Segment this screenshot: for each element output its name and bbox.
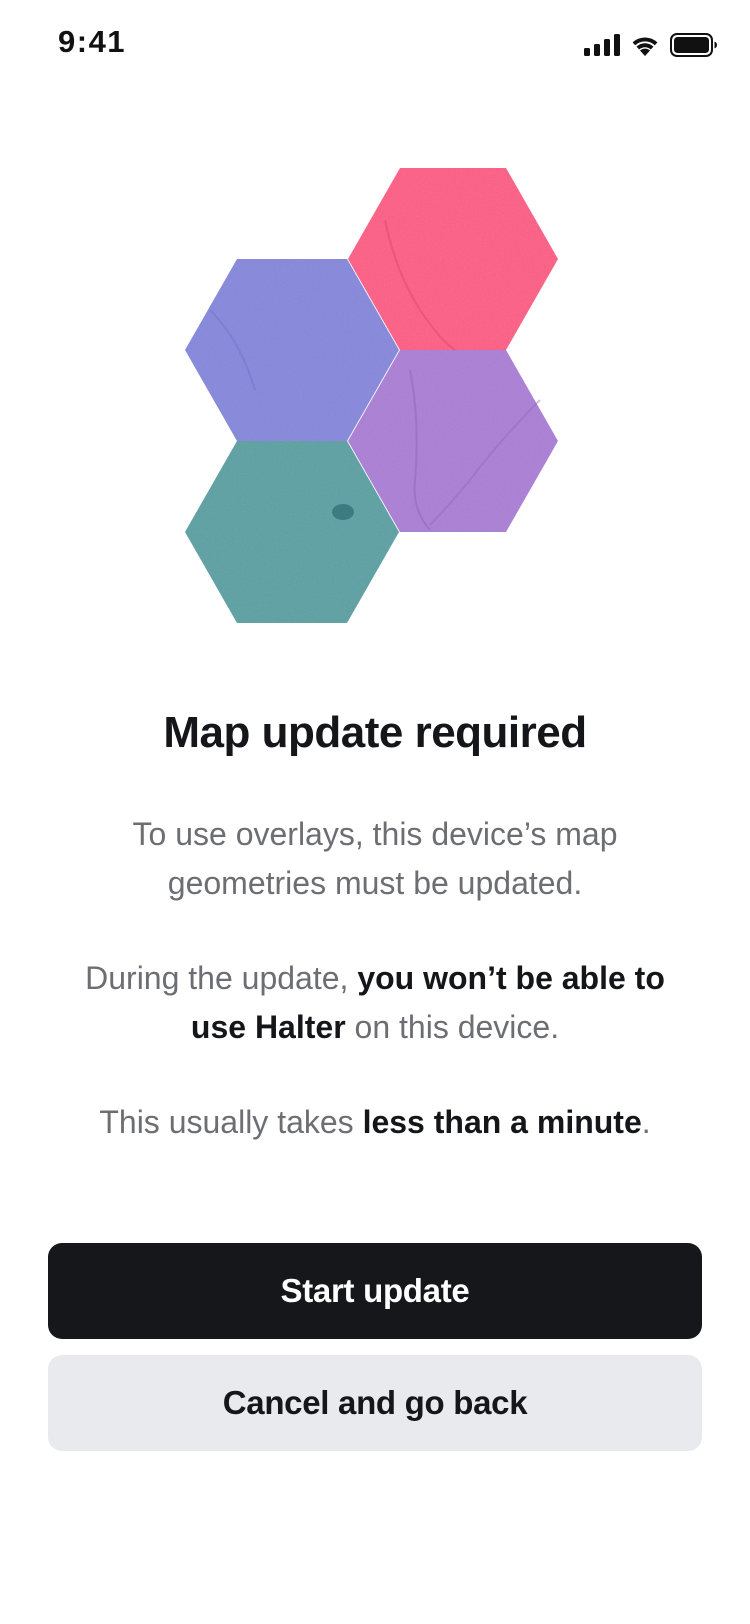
- battery-icon: [670, 33, 717, 57]
- description-update-warning: During the update, you won’t be able to …: [60, 954, 690, 1052]
- description-overlays-text: To use overlays, this device’s map geome…: [132, 816, 618, 901]
- status-time: 9:41: [58, 24, 127, 59]
- cancel-button[interactable]: Cancel and go back: [48, 1355, 702, 1451]
- status-bar: 9:41: [0, 0, 750, 92]
- cellular-signal-icon: [584, 34, 620, 56]
- duration-text-before: This usually takes: [99, 1104, 363, 1140]
- duration-text-after: .: [641, 1104, 651, 1140]
- duration-text-bold: less than a minute: [362, 1104, 642, 1140]
- description-overlays: To use overlays, this device’s map geome…: [60, 810, 690, 908]
- warning-text-before: During the update,: [85, 960, 358, 996]
- wifi-icon: [632, 37, 658, 56]
- page-title: Map update required: [163, 708, 587, 757]
- description-duration: This usually takes less than a minute.: [60, 1098, 690, 1147]
- hero-illustration: [0, 160, 750, 660]
- start-update-button[interactable]: Start update: [48, 1243, 702, 1339]
- warning-text-after: on this device.: [345, 1009, 560, 1045]
- status-icons: [584, 30, 718, 60]
